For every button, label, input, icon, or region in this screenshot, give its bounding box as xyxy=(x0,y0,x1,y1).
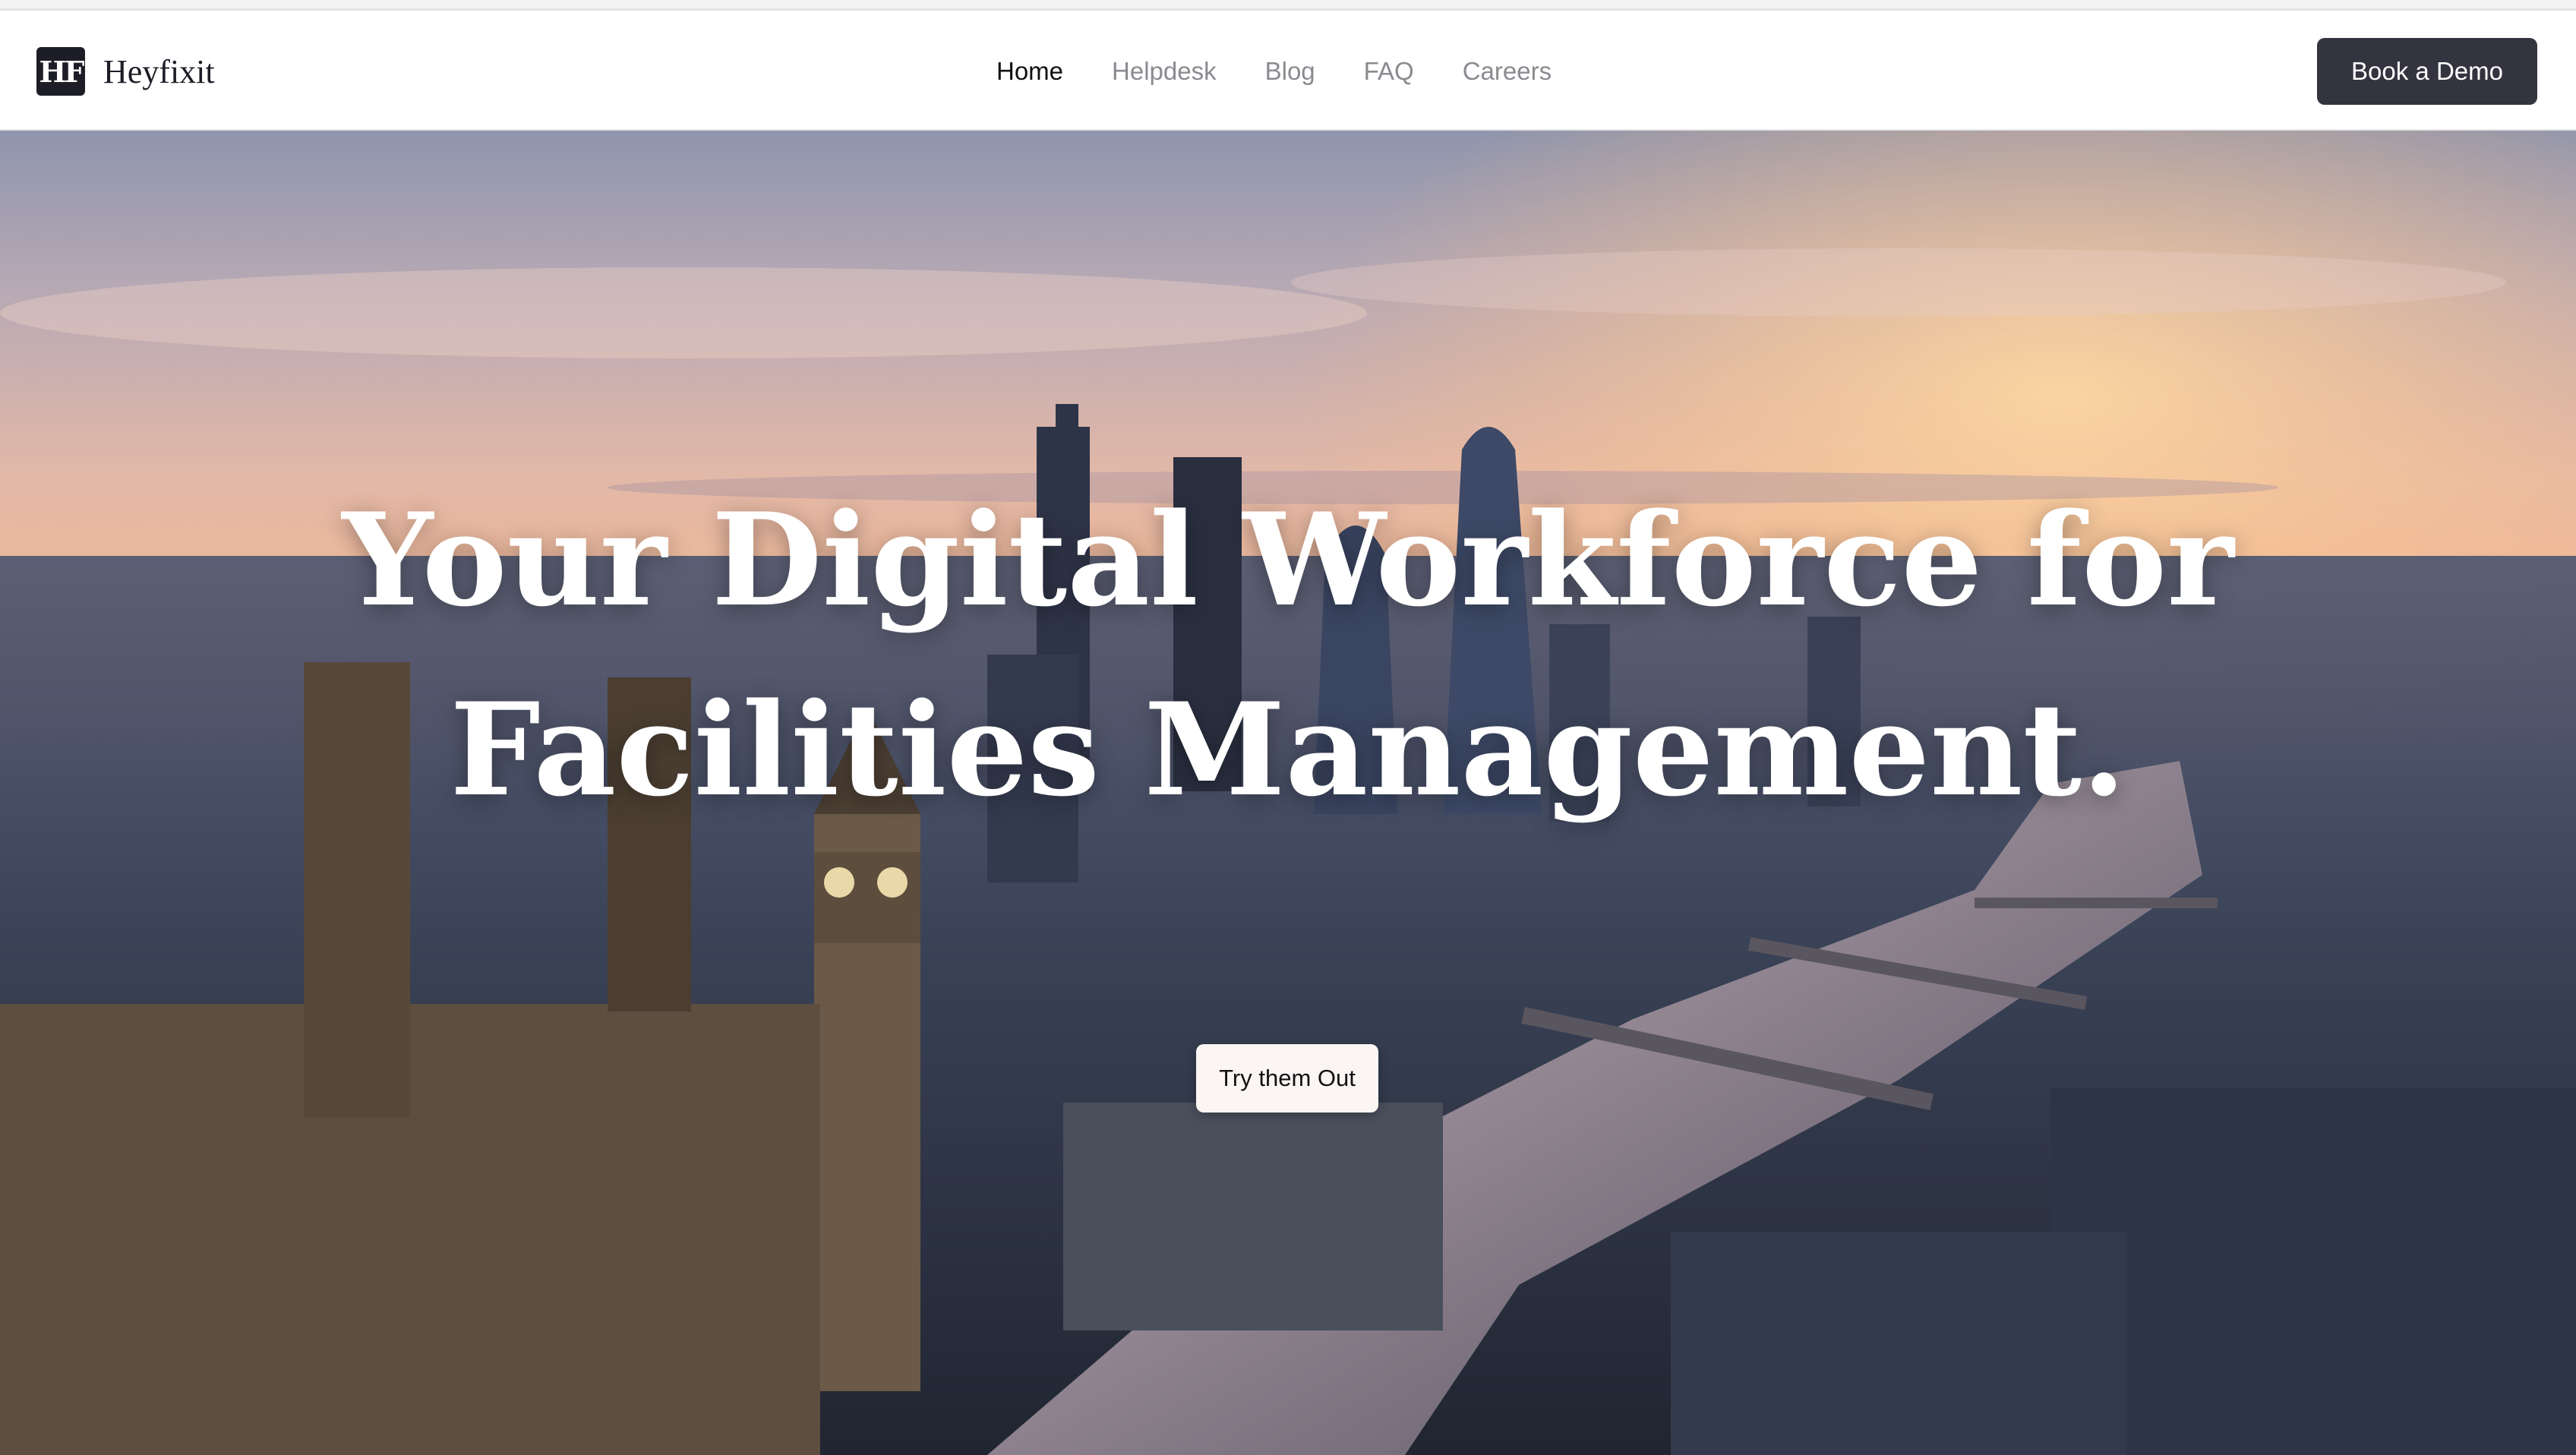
nav-item-helpdesk[interactable]: Helpdesk xyxy=(1112,57,1217,85)
hero-section: Your Digital Workforce for Facilities Ma… xyxy=(0,131,2576,1455)
book-demo-button[interactable]: Book a Demo xyxy=(2317,38,2537,105)
try-them-out-button[interactable]: Try them Out xyxy=(1196,1044,1378,1113)
hero-headline-line-2: Facilities Management. xyxy=(450,674,2126,825)
brand-logo-link[interactable]: HF Heyfixit xyxy=(36,47,215,96)
brand-name: Heyfixit xyxy=(103,52,215,90)
nav-item-blog[interactable]: Blog xyxy=(1265,57,1315,85)
brand-logo-icon: HF xyxy=(36,47,85,96)
nav-item-careers[interactable]: Careers xyxy=(1463,57,1552,85)
main-nav: Home Helpdesk Blog FAQ Careers xyxy=(996,57,1552,85)
hero-headline: Your Digital Workforce for Facilities Ma… xyxy=(0,465,2576,844)
browser-top-edge xyxy=(0,0,2576,11)
top-navbar: HF Heyfixit Home Helpdesk Blog FAQ Caree… xyxy=(0,11,2576,131)
nav-item-home[interactable]: Home xyxy=(996,57,1063,85)
hero-headline-line-1: Your Digital Workforce for xyxy=(342,484,2234,635)
nav-item-faq[interactable]: FAQ xyxy=(1364,57,1414,85)
